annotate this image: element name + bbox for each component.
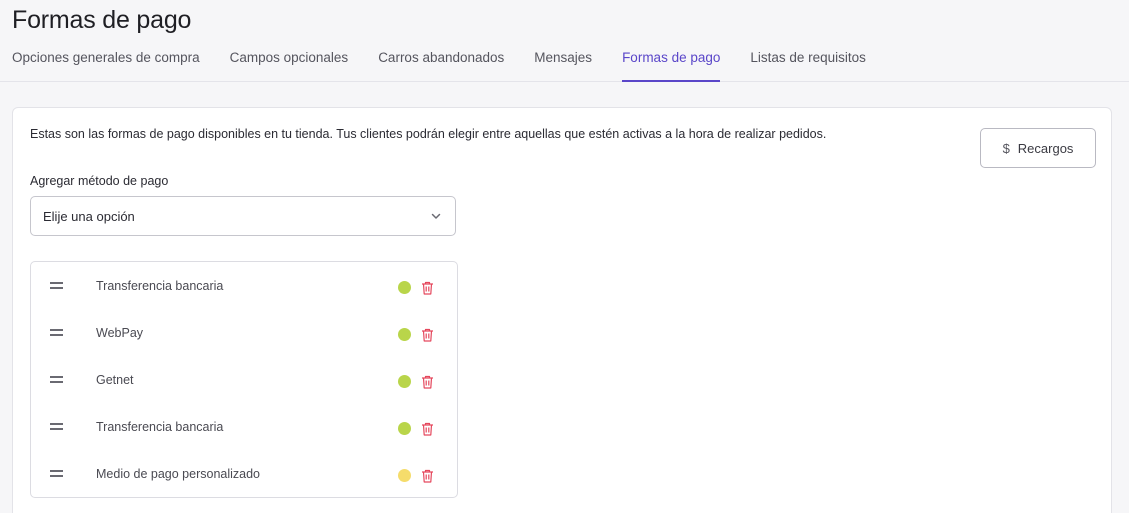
trash-icon[interactable] [421,469,434,483]
surcharges-button[interactable]: $ Recargos [980,128,1096,168]
status-indicator[interactable] [398,469,411,482]
tab-bar: Opciones generales de compra Campos opci… [12,50,896,82]
payment-method-list: Transferencia bancaria WebPay Getnet Tra… [30,261,458,498]
payment-method-row: Medio de pago personalizado [31,456,457,503]
dollar-icon: $ [1002,140,1010,156]
drag-handle-icon[interactable] [50,376,64,384]
payment-method-row: Transferencia bancaria [31,268,457,315]
page-title: Formas de pago [12,6,192,34]
payment-method-name: Transferencia bancaria [96,420,224,434]
status-indicator[interactable] [398,422,411,435]
surcharges-button-label: Recargos [1017,140,1074,156]
add-method-select[interactable]: Elije una opción [30,196,456,236]
drag-handle-icon[interactable] [50,282,64,290]
trash-icon[interactable] [421,375,434,389]
card-description: Estas son las formas de pago disponibles… [30,127,827,141]
trash-icon[interactable] [421,422,434,436]
tab-formas-de-pago[interactable]: Formas de pago [622,50,721,82]
page-header: Formas de pago Opciones generales de com… [0,0,1129,82]
tab-mensajes[interactable]: Mensajes [534,50,592,82]
payment-method-name: Transferencia bancaria [96,279,224,293]
payment-method-name: Getnet [96,373,134,387]
tab-campos-opcionales[interactable]: Campos opcionales [230,50,349,82]
status-indicator[interactable] [398,281,411,294]
status-indicator[interactable] [398,328,411,341]
tab-opciones-generales[interactable]: Opciones generales de compra [12,50,200,82]
drag-handle-icon[interactable] [50,329,64,337]
tab-carros-abandonados[interactable]: Carros abandonados [378,50,504,82]
add-method-select-value: Elije una opción [43,209,135,224]
add-method-label: Agregar método de pago [30,174,169,188]
trash-icon[interactable] [421,328,434,342]
trash-icon[interactable] [421,281,434,295]
tab-listas-de-requisitos[interactable]: Listas de requisitos [750,50,866,82]
payment-method-row: Getnet [31,362,457,409]
payment-methods-card: Estas son las formas de pago disponibles… [12,107,1112,513]
payment-method-row: WebPay [31,315,457,362]
payment-method-name: Medio de pago personalizado [96,467,261,481]
payment-method-name: WebPay [96,326,144,340]
drag-handle-icon[interactable] [50,470,64,478]
drag-handle-icon[interactable] [50,423,64,431]
status-indicator[interactable] [398,375,411,388]
payment-method-row: Transferencia bancaria [31,409,457,456]
chevron-down-icon [431,213,441,219]
